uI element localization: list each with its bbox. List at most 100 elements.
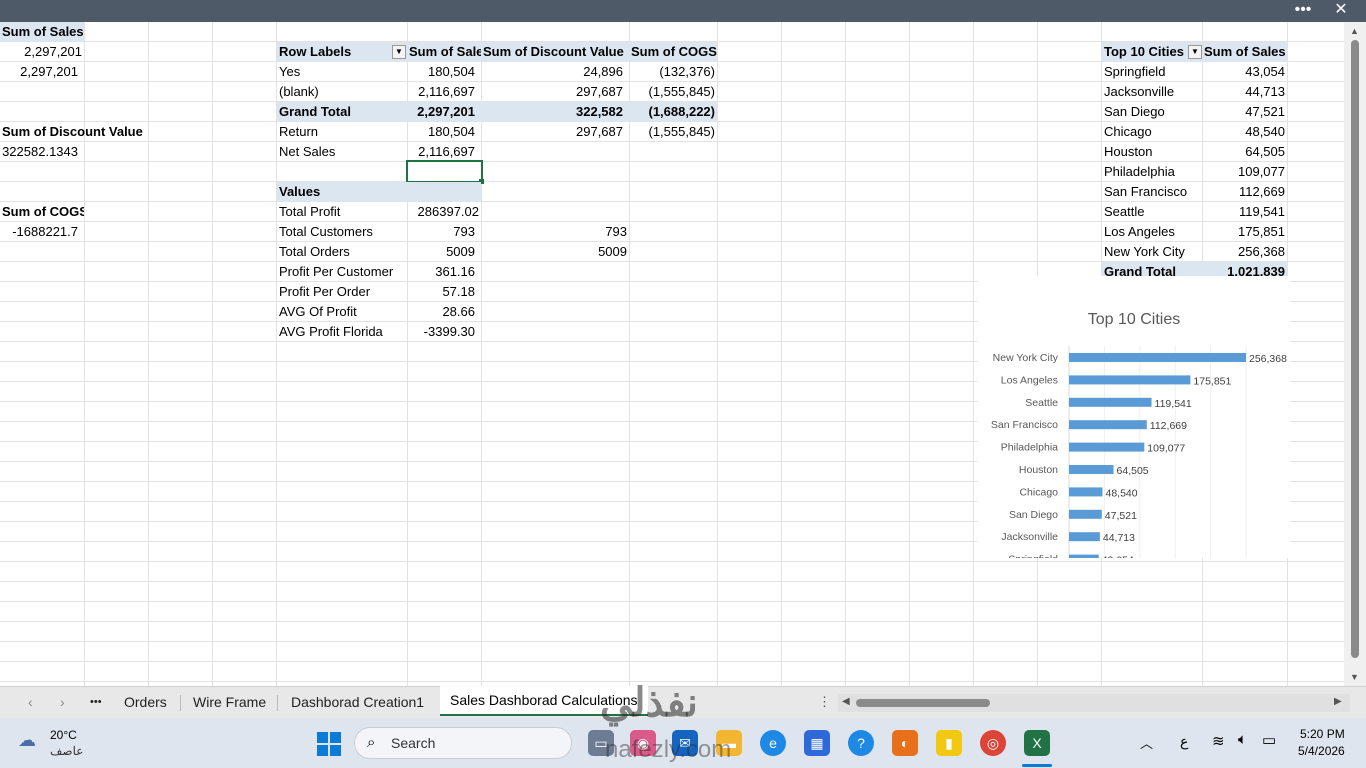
- chrome-icon[interactable]: ◎: [980, 730, 1006, 756]
- top-city-sales[interactable]: 119,541: [1202, 202, 1287, 222]
- value-cell[interactable]: 361.16: [407, 262, 481, 282]
- battery-icon[interactable]: ▭: [1262, 731, 1276, 749]
- return-sale[interactable]: 180,504: [407, 122, 481, 142]
- value-extra-cell[interactable]: 793: [481, 222, 629, 242]
- pivot-row-sale[interactable]: 180,504: [407, 62, 481, 82]
- weather-icon[interactable]: ☁: [18, 730, 36, 751]
- top-city-sales[interactable]: 43,054: [1202, 62, 1287, 82]
- pivot-row-cogs[interactable]: (132,376): [629, 62, 717, 82]
- edge-icon[interactable]: e: [760, 730, 786, 756]
- return-label[interactable]: Return: [277, 122, 407, 142]
- pivot-row-cogs[interactable]: (1,555,845): [629, 82, 717, 102]
- top-city-name[interactable]: San Diego: [1102, 102, 1202, 122]
- net-sales-value[interactable]: 2,116,697: [407, 142, 481, 162]
- value-label[interactable]: Total Orders: [277, 242, 407, 262]
- top-city-sales[interactable]: 64,505: [1202, 142, 1287, 162]
- value-label[interactable]: Total Customers: [277, 222, 407, 242]
- sum-of-sales-header[interactable]: Sum of Sales: [0, 22, 84, 42]
- return-cogs[interactable]: (1,555,845): [629, 122, 717, 142]
- pivot-row-discount[interactable]: 297,687: [481, 82, 629, 102]
- value-label[interactable]: Total Profit: [277, 202, 407, 222]
- vertical-scroll-thumb[interactable]: [1351, 40, 1359, 658]
- sheet-tab-orders[interactable]: Orders: [114, 687, 177, 718]
- pivot-header-row-labels[interactable]: Row Labels ▼: [277, 42, 407, 62]
- value-label[interactable]: Profit Per Customer: [277, 262, 407, 282]
- app-icon[interactable]: ◐: [892, 730, 918, 756]
- value-label[interactable]: AVG Profit Florida: [277, 322, 407, 342]
- pivot-row-sale[interactable]: 2,116,697: [407, 82, 481, 102]
- filter-applied-icon[interactable]: ▼: [1188, 45, 1202, 59]
- top-city-sales[interactable]: 109,077: [1202, 162, 1287, 182]
- value-cell[interactable]: 793: [407, 222, 481, 242]
- top-city-name[interactable]: Los Angeles: [1102, 222, 1202, 242]
- pivot-header-cogs[interactable]: Sum of COGS: [629, 42, 717, 62]
- top-cities-sales-header[interactable]: Sum of Sales: [1202, 42, 1287, 62]
- net-sales-label[interactable]: Net Sales: [277, 142, 407, 162]
- clock-date[interactable]: 5/4/2026: [1298, 744, 1345, 758]
- pivot-header-discount[interactable]: Sum of Discount Value: [481, 42, 629, 62]
- vertical-scrollbar[interactable]: ▲ ▼: [1344, 22, 1366, 686]
- selected-cell[interactable]: [406, 160, 483, 183]
- weather-temp[interactable]: 20°C: [50, 728, 77, 742]
- language-indicator[interactable]: ع: [1180, 733, 1188, 750]
- top-city-name[interactable]: Jacksonville: [1102, 82, 1202, 102]
- more-sheets-icon[interactable]: •••: [80, 687, 112, 718]
- sum-of-discount-header[interactable]: Sum of Discount Value: [0, 122, 148, 142]
- sum-of-discount-value[interactable]: 322582.1343: [0, 142, 84, 162]
- scroll-left-icon[interactable]: ◀: [842, 696, 850, 707]
- search-box[interactable]: ⌕ Search: [354, 727, 572, 759]
- wifi-icon[interactable]: ≋: [1212, 732, 1225, 750]
- top-city-name[interactable]: Chicago: [1102, 122, 1202, 142]
- top-city-name[interactable]: Philadelphia: [1102, 162, 1202, 182]
- top-city-sales[interactable]: 44,713: [1202, 82, 1287, 102]
- clock-time[interactable]: 5:20 PM: [1300, 727, 1345, 741]
- pivot-grand-total-sale[interactable]: 2,297,201: [407, 102, 481, 122]
- top-city-sales[interactable]: 112,669: [1202, 182, 1287, 202]
- store-icon[interactable]: ▦: [804, 730, 830, 756]
- value-label[interactable]: Profit Per Order: [277, 282, 407, 302]
- top-city-sales[interactable]: 175,851: [1202, 222, 1287, 242]
- pivot-grand-total-label[interactable]: Grand Total: [277, 102, 407, 122]
- prev-sheet-icon[interactable]: ‹: [18, 687, 43, 718]
- top-city-sales[interactable]: 47,521: [1202, 102, 1287, 122]
- pivot-grand-total-cogs[interactable]: (1,688,222): [629, 102, 717, 122]
- next-sheet-icon[interactable]: ›: [50, 687, 75, 718]
- sum-of-sales-value-2[interactable]: 2,297,201: [0, 62, 84, 82]
- sum-of-cogs-value[interactable]: -1688221.7: [0, 222, 84, 242]
- more-options-button[interactable]: •••: [1288, 0, 1318, 22]
- top-city-sales[interactable]: 256,368: [1202, 242, 1287, 262]
- top-cities-chart[interactable]: Top 10 Cities New York City 256,368 Los Ang…: [978, 276, 1290, 568]
- value-cell[interactable]: 286397.02: [407, 202, 481, 222]
- pivot-grand-total-discount[interactable]: 322,582: [481, 102, 629, 122]
- top-city-name[interactable]: New York City: [1102, 242, 1202, 262]
- sum-of-cogs-header[interactable]: Sum of COGS: [0, 202, 84, 222]
- excel-icon[interactable]: X: [1024, 730, 1050, 756]
- pivot-row-label[interactable]: Yes: [277, 62, 407, 82]
- top-city-name[interactable]: Seattle: [1102, 202, 1202, 222]
- value-label[interactable]: AVG Of Profit: [277, 302, 407, 322]
- top-cities-header[interactable]: Top 10 Cities ▼: [1102, 42, 1202, 62]
- pivot-header-sale[interactable]: Sum of Sale: [407, 42, 481, 62]
- chevron-up-icon[interactable]: ︿: [1140, 733, 1153, 752]
- scroll-up-icon[interactable]: ▲: [1350, 26, 1359, 36]
- value-extra-cell[interactable]: 5009: [481, 242, 629, 262]
- top-city-name[interactable]: Springfield: [1102, 62, 1202, 82]
- horizontal-scrollbar[interactable]: ◀ ▶: [838, 694, 1350, 712]
- horizontal-scroll-thumb[interactable]: [856, 699, 990, 707]
- tab-splitter-icon[interactable]: ⋮: [818, 694, 831, 710]
- return-discount[interactable]: 297,687: [481, 122, 629, 142]
- value-cell[interactable]: -3399.30: [407, 322, 481, 342]
- sheet-tab-wire-frame[interactable]: Wire Frame: [183, 687, 276, 718]
- value-cell[interactable]: 28.66: [407, 302, 481, 322]
- help-icon[interactable]: ?: [848, 730, 874, 756]
- power-bi-icon[interactable]: ▮: [936, 730, 962, 756]
- sheet-tab-dashboard-creation[interactable]: Dashborad Creation1: [281, 687, 434, 718]
- sum-of-sales-value[interactable]: 2,297,201: [0, 42, 84, 62]
- volume-icon[interactable]: 🔈︎: [1238, 731, 1247, 748]
- scroll-down-icon[interactable]: ▼: [1350, 672, 1359, 682]
- top-city-name[interactable]: San Francisco: [1102, 182, 1202, 202]
- value-cell[interactable]: 5009: [407, 242, 481, 262]
- top-city-name[interactable]: Houston: [1102, 142, 1202, 162]
- scroll-right-icon[interactable]: ▶: [1334, 696, 1342, 707]
- filter-dropdown-icon[interactable]: ▼: [392, 45, 406, 59]
